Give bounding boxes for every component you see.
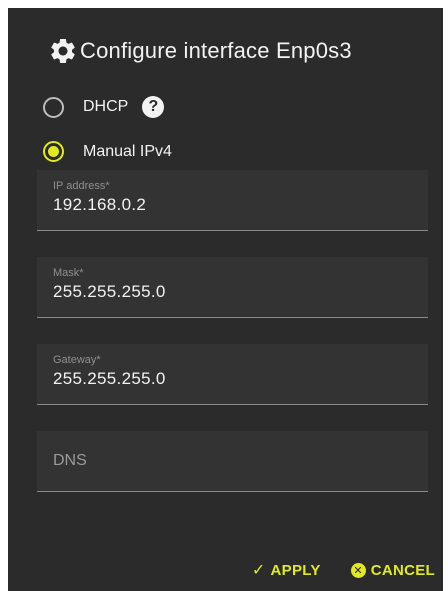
dhcp-option[interactable]: DHCP ? [43, 96, 165, 118]
cancel-label: CANCEL [370, 561, 435, 579]
cancel-button[interactable]: ✕ CANCEL [350, 561, 435, 579]
gear-icon [48, 36, 78, 66]
dns-field[interactable]: DNS [37, 431, 428, 492]
dialog-title: Configure interface Enp0s3 [80, 38, 352, 63]
mask-field[interactable]: Mask* 255.255.255.0 [37, 257, 428, 318]
apply-button[interactable]: ✓ APPLY [252, 560, 321, 580]
ip-address-label: IP address* [53, 180, 110, 192]
gateway-field[interactable]: Gateway* 255.255.255.0 [37, 344, 428, 405]
check-icon: ✓ [251, 562, 266, 579]
ip-address-field[interactable]: IP address* 192.168.0.2 [37, 170, 428, 231]
dhcp-radio[interactable] [43, 96, 64, 118]
dhcp-label: DHCP [83, 98, 129, 115]
manual-ipv4-option[interactable]: Manual IPv4 [43, 141, 172, 162]
gateway-label: Gateway* [53, 354, 101, 366]
manual-ipv4-label: Manual IPv4 [83, 142, 172, 160]
mask-input[interactable]: 255.255.255.0 [53, 282, 166, 302]
mask-label: Mask* [53, 267, 84, 279]
manual-ipv4-radio[interactable] [43, 141, 64, 162]
ip-address-input[interactable]: 192.168.0.2 [53, 195, 146, 215]
gateway-input[interactable]: 255.255.255.0 [53, 369, 166, 389]
help-icon[interactable]: ? [142, 96, 165, 118]
dns-input[interactable]: DNS [53, 452, 87, 470]
radio-selected-dot [48, 146, 59, 157]
dialog-header: Configure interface Enp0s3 [48, 36, 352, 66]
dialog-actions: ✓ APPLY ✕ CANCEL [252, 560, 435, 580]
configure-interface-dialog: Configure interface Enp0s3 DHCP ? Manual… [8, 8, 443, 591]
apply-label: APPLY [270, 561, 321, 579]
cancel-icon: ✕ [350, 562, 366, 578]
